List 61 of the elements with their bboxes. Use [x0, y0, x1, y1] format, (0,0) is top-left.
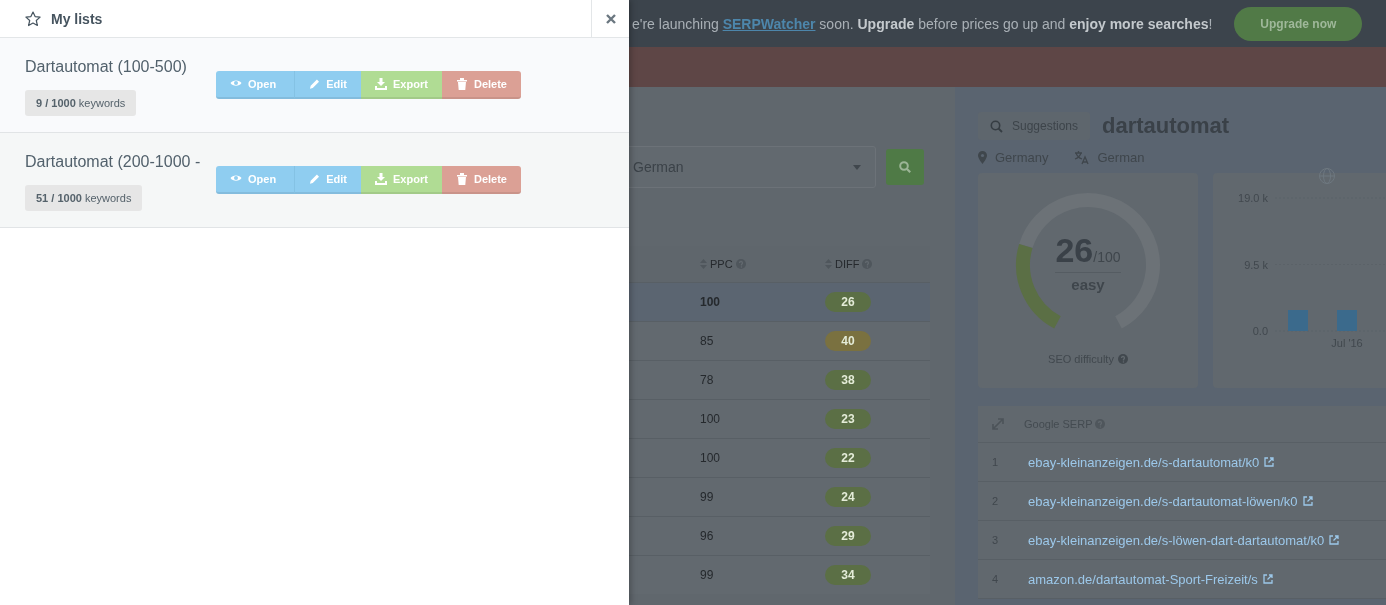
- result-link[interactable]: ebay-kleinanzeigen.de/s-löwen-dart-dartautomat/k0: [1028, 532, 1340, 548]
- export-button[interactable]: Export: [361, 71, 442, 99]
- result-link[interactable]: ebay-kleinanzeigen.de/s-dartautomat-löwen/k0: [1028, 493, 1313, 509]
- edit-button[interactable]: Edit: [294, 71, 361, 99]
- volume-bar: [1288, 310, 1308, 331]
- list-title: Dartautomat (200-1000 -: [25, 152, 201, 172]
- external-link-icon: [1262, 574, 1273, 584]
- list-item[interactable]: Dartautomat (200-1000 - 51 / 1000 keywords Open Edit Export Delete: [0, 133, 629, 228]
- difficulty-badge: 40: [825, 331, 871, 351]
- result-link[interactable]: amazon.de/dartautomat-Sport-Freizeit/s: [1028, 571, 1273, 587]
- external-link-icon: [1329, 535, 1340, 545]
- caret-icon: [853, 164, 861, 170]
- difficulty-badge: 22: [825, 448, 871, 468]
- pencil-icon: [309, 173, 321, 185]
- external-link-icon: [1264, 457, 1275, 467]
- table-cell-text: 100: [700, 295, 722, 309]
- star-icon: [25, 10, 41, 27]
- difficulty-badge: 26: [825, 292, 871, 312]
- trash-icon: [456, 173, 468, 185]
- difficulty-badge: 38: [825, 370, 871, 390]
- volume-bar: [1337, 310, 1357, 331]
- difficulty-badge: 29: [825, 526, 871, 546]
- pencil-icon: [309, 78, 321, 90]
- table-cell-text: 99: [700, 568, 715, 582]
- download-icon: [375, 78, 387, 90]
- edit-button[interactable]: Edit: [294, 166, 361, 194]
- table-cell-text: 96: [700, 529, 715, 543]
- banner-link[interactable]: SERPWatcher: [722, 15, 816, 32]
- close-icon: [605, 13, 616, 24]
- keyword-count-badge: 9 / 1000 keywords: [25, 90, 137, 116]
- difficulty-badge: 23: [825, 409, 871, 429]
- table-cell-text: 85: [700, 334, 715, 348]
- trash-icon: [456, 78, 468, 90]
- table-cell-text: 100: [700, 412, 722, 426]
- drawer-title: My lists: [51, 10, 103, 27]
- external-link-icon: [1302, 496, 1313, 506]
- banner-message: e're launching SERPWatcher soon. Upgrade before prices go up and enjoy more searches!: [632, 15, 1213, 32]
- table-cell-text: 99: [700, 490, 715, 504]
- search-button[interactable]: [886, 149, 924, 185]
- keyword-count-badge: 51 / 1000 keywords: [25, 185, 143, 211]
- export-button[interactable]: Export: [361, 166, 442, 194]
- open-button[interactable]: Open: [216, 71, 294, 99]
- location-pin-icon: [978, 151, 987, 164]
- column-header[interactable]: PPC: [710, 258, 733, 270]
- difficulty-badge: 34: [825, 565, 871, 585]
- table-cell-text: 100: [700, 451, 722, 465]
- list-item[interactable]: Dartautomat (100-500) 9 / 1000 keywords Open Edit Export Delete: [0, 38, 629, 133]
- translate-icon: [1074, 150, 1090, 165]
- upgrade-button[interactable]: Upgrade now: [1234, 6, 1363, 41]
- help-icon[interactable]: [1117, 354, 1128, 364]
- delete-button[interactable]: Delete: [442, 166, 521, 194]
- search-icon: [990, 119, 1003, 133]
- delete-button[interactable]: Delete: [442, 71, 521, 99]
- table-cell-text: 78: [700, 373, 715, 387]
- result-link[interactable]: ebay-kleinanzeigen.de/s-dartautomat/k0: [1028, 454, 1275, 470]
- open-button[interactable]: Open: [216, 166, 294, 194]
- search-icon: [899, 161, 911, 173]
- download-icon: [375, 173, 387, 185]
- difficulty-badge: 24: [825, 487, 871, 507]
- column-header[interactable]: DIFF: [835, 258, 860, 270]
- list-title: Dartautomat (100-500): [25, 57, 187, 77]
